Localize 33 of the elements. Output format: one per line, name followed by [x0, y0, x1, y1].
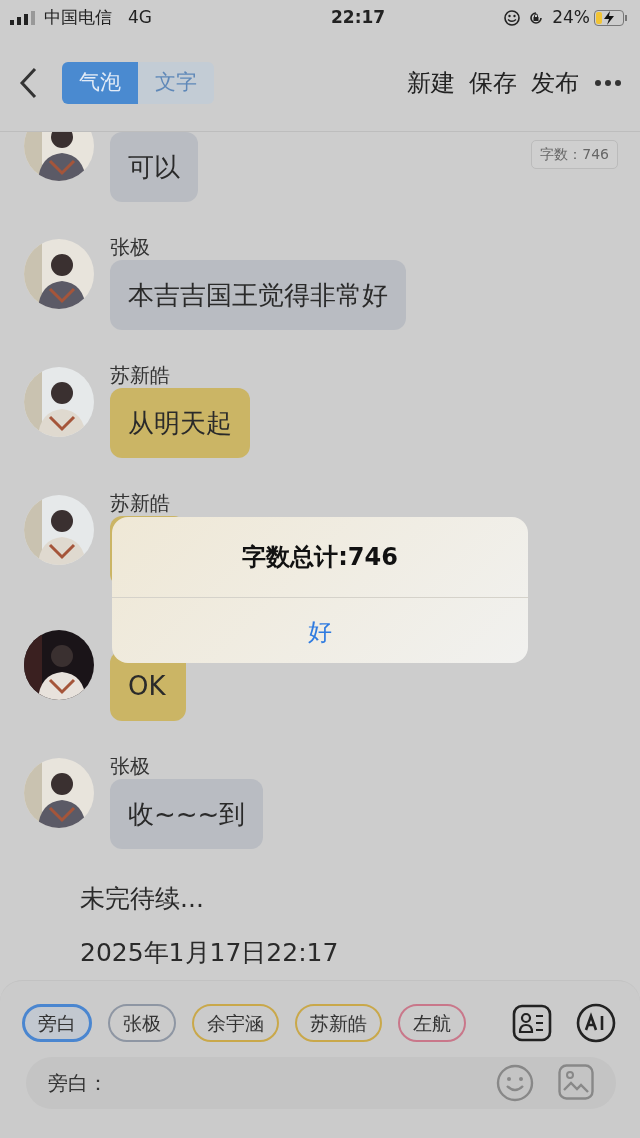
message-bubble: 收~~~到	[110, 779, 264, 849]
character-chip[interactable]: 张极	[108, 1004, 176, 1042]
character-chip[interactable]: 旁白	[22, 1004, 92, 1042]
sender-name: 苏新皓	[110, 363, 171, 388]
header-action[interactable]: 保存	[462, 65, 524, 101]
battery-charging-icon	[594, 9, 628, 26]
character-chip[interactable]: 左航	[398, 1004, 466, 1042]
word-count-badge: 字数：746	[531, 140, 618, 169]
narration-text: 2025年1月17日22:17	[79, 937, 340, 969]
message-bubble: 本吉吉国王觉得非常好	[110, 260, 406, 330]
sender-name: 苏新皓	[110, 491, 171, 516]
ai-icon[interactable]	[576, 1003, 616, 1043]
message-bubble: 可以	[110, 132, 198, 202]
smiley-icon	[504, 9, 521, 26]
status-time: 22:17	[330, 5, 386, 29]
signal-icon	[10, 10, 36, 25]
carrier-name: 中国电信	[44, 5, 112, 29]
rotation-lock-icon	[528, 9, 545, 26]
network-type: 4G	[128, 5, 152, 29]
header-action[interactable]: 新建	[400, 65, 462, 101]
header-action[interactable]: 发布	[524, 65, 586, 101]
battery-percent: 24%	[552, 5, 590, 29]
message-bubble: 从明天起	[110, 388, 250, 458]
more-icon[interactable]	[594, 79, 622, 87]
narration-text: 未完待续...	[79, 883, 205, 915]
character-chip[interactable]: 余宇涵	[192, 1004, 279, 1042]
ok-button[interactable]: 好	[112, 597, 528, 663]
contact-card-icon[interactable]	[512, 1004, 552, 1042]
sender-name: 张极	[110, 235, 151, 260]
back-icon[interactable]	[18, 67, 38, 99]
character-chip[interactable]: 苏新皓	[295, 1004, 382, 1042]
sender-name: 张极	[110, 754, 151, 779]
dialog-title: 字数总计:746	[242, 542, 398, 573]
